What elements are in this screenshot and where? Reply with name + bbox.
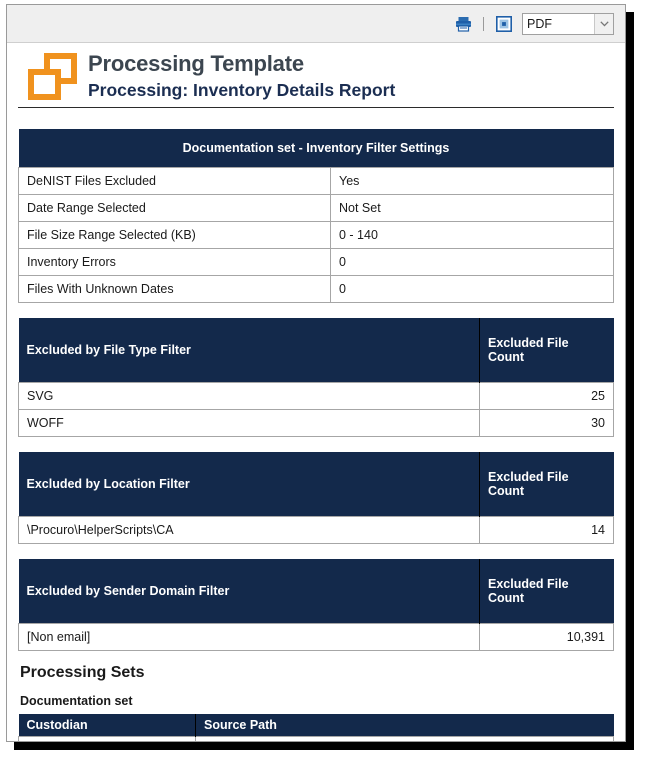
- table-header-row: Excluded by Location Filter Excluded Fil…: [18, 452, 614, 517]
- table-header-row: Documentation set - Inventory Filter Set…: [18, 129, 614, 168]
- location-path: \Procuro\HelperScripts\CA: [18, 516, 480, 544]
- table-header-row: Excluded by Sender Domain Filter Exclude…: [18, 559, 614, 624]
- export-format-value: PDF: [527, 16, 552, 31]
- excluded-by-file-type-table: Excluded by File Type Filter Excluded Fi…: [18, 318, 614, 437]
- row-value: Not Set: [330, 194, 614, 222]
- row-value: Yes: [330, 167, 614, 195]
- file-type-header-label: Excluded by File Type Filter: [18, 318, 480, 383]
- row-value: 0 - 140: [330, 221, 614, 249]
- export-format-select[interactable]: PDF: [522, 12, 614, 35]
- row-label: File Size Range Selected (KB): [18, 221, 331, 249]
- source-path-header: Source Path: [195, 714, 614, 737]
- location-header-label: Excluded by Location Filter: [18, 452, 480, 517]
- location-count: 14: [479, 516, 614, 544]
- table-row: \Procuro\HelperScripts\CA 14: [18, 516, 614, 544]
- chevron-down-icon[interactable]: [594, 13, 613, 34]
- file-type-name: SVG: [18, 382, 480, 410]
- table-row: Date Range Selected Not Set: [18, 194, 614, 222]
- title-spacer: [18, 108, 614, 129]
- processing-set-name: Documentation set: [20, 694, 133, 708]
- table-row: Brown, Jim \\HCIC-W12R2-D3\Processing\: [18, 736, 614, 741]
- toolbar-divider: [483, 16, 484, 31]
- overlapping-squares-logo-icon: [26, 51, 78, 101]
- table-row: Inventory Errors 0: [18, 248, 614, 276]
- file-type-name: WOFF: [18, 409, 480, 437]
- table-row: SVG 25: [18, 382, 614, 410]
- processing-sets-heading: Processing Sets: [20, 664, 145, 681]
- table-header-row: Excluded by File Type Filter Excluded Fi…: [18, 318, 614, 383]
- sender-domain-header-label: Excluded by Sender Domain Filter: [18, 559, 480, 624]
- row-label: Inventory Errors: [18, 248, 331, 276]
- table-row: [Non email] 10,391: [18, 623, 614, 651]
- row-label: DeNIST Files Excluded: [18, 167, 331, 195]
- inventory-filter-settings-table: Documentation set - Inventory Filter Set…: [18, 129, 614, 303]
- file-type-count: 30: [479, 409, 614, 437]
- report-title-block: Processing Template Processing: Inventor…: [18, 43, 614, 108]
- file-type-count: 25: [479, 382, 614, 410]
- row-value: 0: [330, 275, 614, 303]
- excluded-by-location-table: Excluded by Location Filter Excluded Fil…: [18, 452, 614, 544]
- sender-domain-name: [Non email]: [18, 623, 480, 651]
- file-type-header-count: Excluded File Count: [479, 318, 614, 383]
- row-value: 0: [330, 248, 614, 276]
- row-label: Date Range Selected: [18, 194, 331, 222]
- print-icon[interactable]: [453, 14, 473, 34]
- source-path-value: \\HCIC-W12R2-D3\Processing\: [195, 736, 614, 741]
- filter-settings-banner: Documentation set - Inventory Filter Set…: [18, 129, 614, 168]
- row-label: Files With Unknown Dates: [18, 275, 331, 303]
- processing-sets-table: Custodian Source Path Brown, Jim \\HCIC-…: [18, 714, 614, 741]
- page-subtitle: Processing: Inventory Details Report: [88, 79, 396, 100]
- table-gap: [18, 544, 614, 559]
- table-row: DeNIST Files Excluded Yes: [18, 167, 614, 195]
- sender-domain-header-count: Excluded File Count: [479, 559, 614, 624]
- table-gap: [18, 303, 614, 318]
- table-row: File Size Range Selected (KB) 0 - 140: [18, 221, 614, 249]
- custodian-value: Brown, Jim: [18, 736, 196, 741]
- location-header-count: Excluded File Count: [479, 452, 614, 517]
- custodian-header: Custodian: [18, 714, 196, 737]
- table-header-row: Custodian Source Path: [18, 714, 614, 737]
- report-viewer-screen: PDF Processing Template Processing: Inve: [0, 0, 647, 759]
- table-row: WOFF 30: [18, 409, 614, 437]
- table-row: Files With Unknown Dates 0: [18, 275, 614, 303]
- excluded-by-sender-domain-table: Excluded by Sender Domain Filter Exclude…: [18, 559, 614, 651]
- sender-domain-count: 10,391: [479, 623, 614, 651]
- report-panel: PDF Processing Template Processing: Inve: [6, 4, 626, 742]
- export-save-icon[interactable]: [494, 14, 514, 34]
- report-body: Processing Template Processing: Inventor…: [7, 43, 625, 741]
- page-title: Processing Template: [88, 51, 304, 77]
- report-toolbar: PDF: [7, 5, 625, 43]
- table-gap: [18, 437, 614, 452]
